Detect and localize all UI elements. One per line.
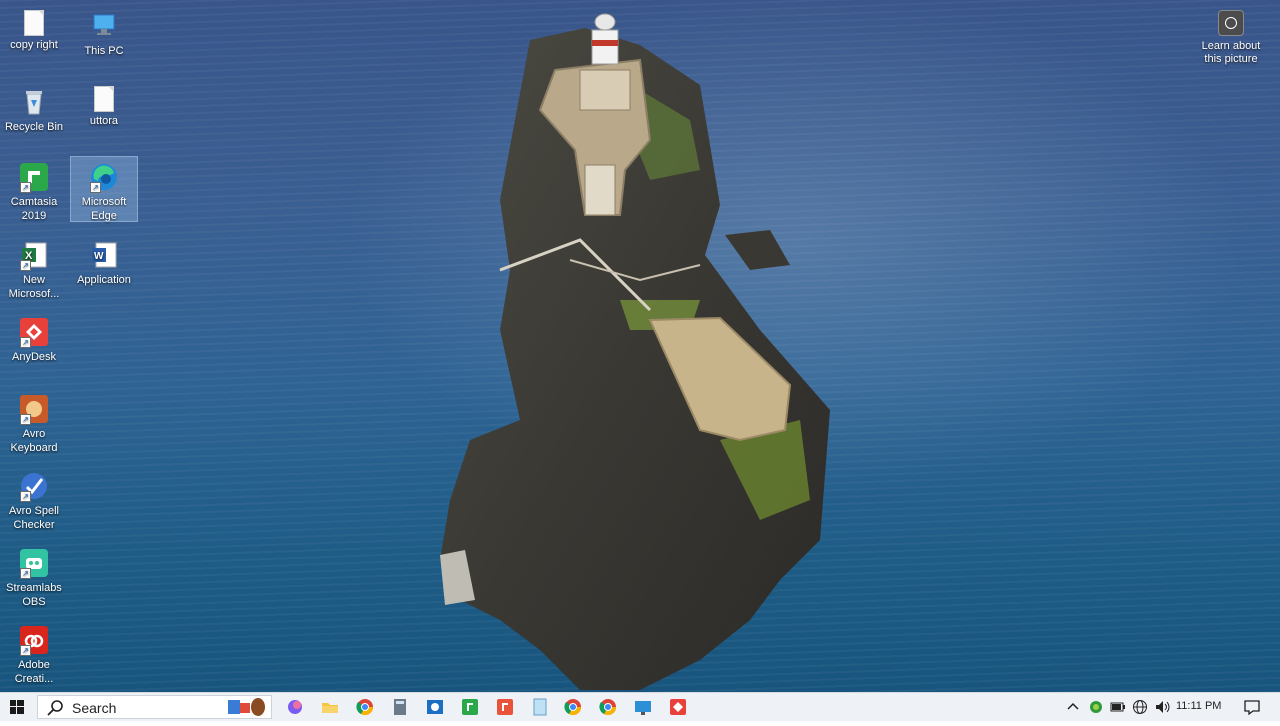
taskbar-chrome-icon[interactable] — [355, 697, 375, 717]
desktop-icon-avro-keyboard[interactable]: ↗ Avro Keyboard — [1, 389, 67, 455]
start-button[interactable] — [0, 693, 34, 721]
desktop-icon-streamlabs-obs[interactable]: ↗ Streamlabs OBS — [1, 543, 67, 609]
taskbar-camtasia-recorder-icon[interactable] — [495, 697, 515, 717]
desktop-icon-label: Recycle Bin — [4, 121, 64, 133]
desktop-icon-label: Microsoft Edge — [81, 196, 127, 222]
taskbar-chrome-icon-2[interactable] — [563, 697, 583, 717]
desktop-icon-anydesk[interactable]: ↗ AnyDesk — [1, 312, 67, 364]
desktop-icon-new-excel[interactable]: X ↗ New Microsof... — [1, 235, 67, 301]
taskbar-search-box[interactable]: Search — [37, 695, 272, 719]
camtasia-icon: ↗ — [18, 161, 50, 193]
desktop-icon-label: New Microsof... — [8, 274, 60, 300]
desktop-icon-recycle-bin[interactable]: Recycle Bin — [1, 82, 67, 134]
desktop-icon-label: AnyDesk — [11, 351, 57, 363]
shortcut-arrow-icon: ↗ — [20, 645, 31, 656]
taskbar-notepad-icon[interactable] — [530, 697, 550, 717]
camera-icon — [1218, 10, 1244, 36]
desktop-icon-avro-spell-checker[interactable]: ↗ Avro Spell Checker — [1, 466, 67, 532]
monitor-icon — [88, 10, 120, 42]
desktop-icon-label: Camtasia 2019 — [10, 196, 58, 222]
desktop-icon-microsoft-edge[interactable]: ↗ Microsoft Edge — [70, 156, 138, 222]
taskbar-copilot-icon[interactable] — [285, 697, 305, 717]
desktop-icon-label: Avro Keyboard — [10, 428, 58, 454]
search-icon — [47, 700, 63, 716]
text-file-icon — [94, 86, 114, 112]
anydesk-icon: ↗ — [18, 316, 50, 348]
windows-logo-icon — [10, 700, 24, 714]
tray-globe-app-icon[interactable] — [1088, 699, 1104, 718]
show-hidden-icons-chevron-icon[interactable] — [1066, 699, 1080, 716]
tray-volume-icon[interactable] — [1154, 699, 1172, 718]
word-icon: W — [88, 239, 120, 271]
text-file-icon — [24, 10, 44, 36]
desktop-icon-label: uttora — [89, 115, 119, 127]
spell-checker-icon: ↗ — [18, 470, 50, 502]
desktop[interactable]: copy right This PC Recycle Bin uttora ↗ … — [0, 0, 1280, 692]
taskbar-clock[interactable]: 11:11 PM — [1176, 700, 1221, 712]
taskbar-file-explorer-icon[interactable] — [320, 697, 340, 717]
taskbar-anydesk-icon[interactable] — [668, 697, 688, 717]
shortcut-arrow-icon: ↗ — [90, 182, 101, 193]
tray-network-icon[interactable] — [1132, 699, 1148, 718]
excel-icon: X ↗ — [18, 239, 50, 271]
desktop-icon-this-pc[interactable]: This PC — [71, 6, 137, 58]
edge-icon: ↗ — [88, 161, 120, 193]
avro-keyboard-icon: ↗ — [18, 393, 50, 425]
shortcut-arrow-icon: ↗ — [20, 491, 31, 502]
desktop-icon-label: copy right — [10, 39, 58, 51]
desktop-icon-adobe-creative[interactable]: ↗ Adobe Creati... — [1, 620, 67, 686]
taskbar-calculator-icon[interactable] — [390, 697, 410, 717]
action-center-notification-icon[interactable] — [1243, 699, 1261, 718]
adobe-creative-cloud-icon: ↗ — [18, 624, 50, 656]
desktop-icon-label: Adobe Creati... — [14, 659, 54, 685]
taskbar-chrome-icon-3[interactable] — [598, 697, 618, 717]
desktop-icon-copy-right[interactable]: copy right — [1, 6, 67, 52]
shortcut-arrow-icon: ↗ — [20, 260, 31, 271]
desktop-icon-label: Application — [77, 274, 131, 286]
streamlabs-icon: ↗ — [18, 547, 50, 579]
svg-text:W: W — [94, 251, 104, 262]
taskbar-remote-desktop-icon[interactable] — [633, 697, 653, 717]
taskbar-camtasia-icon[interactable] — [460, 697, 480, 717]
desktop-icon-application[interactable]: W Application — [71, 235, 137, 287]
shortcut-arrow-icon: ↗ — [20, 182, 31, 193]
desktop-icon-camtasia[interactable]: ↗ Camtasia 2019 — [1, 157, 67, 223]
desktop-icon-label: This PC — [84, 45, 124, 57]
taskbar-photos-icon[interactable] — [425, 697, 445, 717]
shortcut-arrow-icon: ↗ — [20, 337, 31, 348]
desktop-icon-label: Streamlabs OBS — [6, 582, 62, 608]
tray-battery-icon[interactable] — [1110, 699, 1126, 718]
shortcut-arrow-icon: ↗ — [20, 414, 31, 425]
search-highlight-image — [228, 697, 268, 717]
desktop-icon-label: Avro Spell Checker — [9, 505, 59, 531]
search-placeholder: Search — [72, 700, 117, 716]
learn-about-picture[interactable]: Learn about this picture — [1196, 8, 1266, 66]
wallpaper-island — [440, 13, 830, 690]
desktop-icon-uttora[interactable]: uttora — [71, 82, 137, 128]
shortcut-arrow-icon: ↗ — [20, 568, 31, 579]
learn-about-label: Learn about this picture — [1201, 40, 1261, 65]
recycle-bin-icon — [18, 86, 50, 118]
taskbar: Search 11:11 PM — [0, 692, 1280, 721]
